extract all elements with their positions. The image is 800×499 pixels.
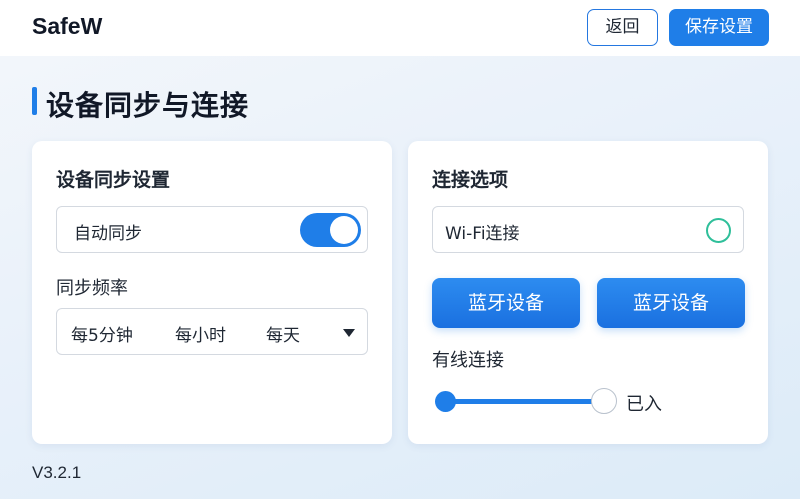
wifi-row[interactable]: Wi-Fi连接: [432, 206, 744, 253]
auto-sync-row: 自动同步: [56, 206, 368, 253]
top-bar: SafeW 返回 保存设置: [0, 0, 800, 56]
bluetooth-device-button-2[interactable]: 蓝牙设备: [597, 278, 745, 328]
title-accent-bar: [32, 87, 37, 115]
frequency-option-hourly[interactable]: 每小时: [175, 321, 226, 346]
wired-status-text: 已入: [626, 394, 662, 415]
frequency-option-5min[interactable]: 每5分钟: [71, 321, 133, 346]
wired-slider-end-knob[interactable]: [591, 388, 617, 414]
frequency-option-daily[interactable]: 每天: [266, 321, 300, 346]
back-button[interactable]: 返回: [587, 9, 658, 46]
wifi-label: Wi-Fi连接: [445, 224, 520, 244]
bluetooth-device-button-1[interactable]: 蓝牙设备: [432, 278, 580, 328]
wired-slider-handle[interactable]: [435, 391, 456, 412]
brand-logo: SafeW: [32, 13, 103, 39]
auto-sync-toggle[interactable]: [300, 213, 361, 247]
wifi-radio[interactable]: [706, 218, 731, 243]
toggle-knob: [330, 216, 358, 244]
save-settings-button[interactable]: 保存设置: [669, 9, 769, 46]
sync-settings-card: 设备同步设置 自动同步 同步频率 每5分钟 每小时 每天: [32, 141, 392, 444]
connection-card-title: 连接选项: [432, 169, 509, 191]
version-label: V3.2.1: [32, 463, 82, 482]
auto-sync-label: 自动同步: [74, 224, 142, 244]
page-title: 设备同步与连接: [46, 89, 250, 122]
sync-frequency-label: 同步频率: [56, 278, 128, 299]
wired-slider-track[interactable]: [444, 399, 604, 404]
chevron-down-icon[interactable]: [343, 329, 355, 337]
sync-card-title: 设备同步设置: [56, 169, 171, 191]
sync-frequency-select[interactable]: 每5分钟 每小时 每天: [56, 308, 368, 355]
connection-options-card: 连接选项 Wi-Fi连接 蓝牙设备 蓝牙设备 有线连接 已入: [408, 141, 768, 444]
wired-connection-label: 有线连接: [432, 350, 504, 371]
